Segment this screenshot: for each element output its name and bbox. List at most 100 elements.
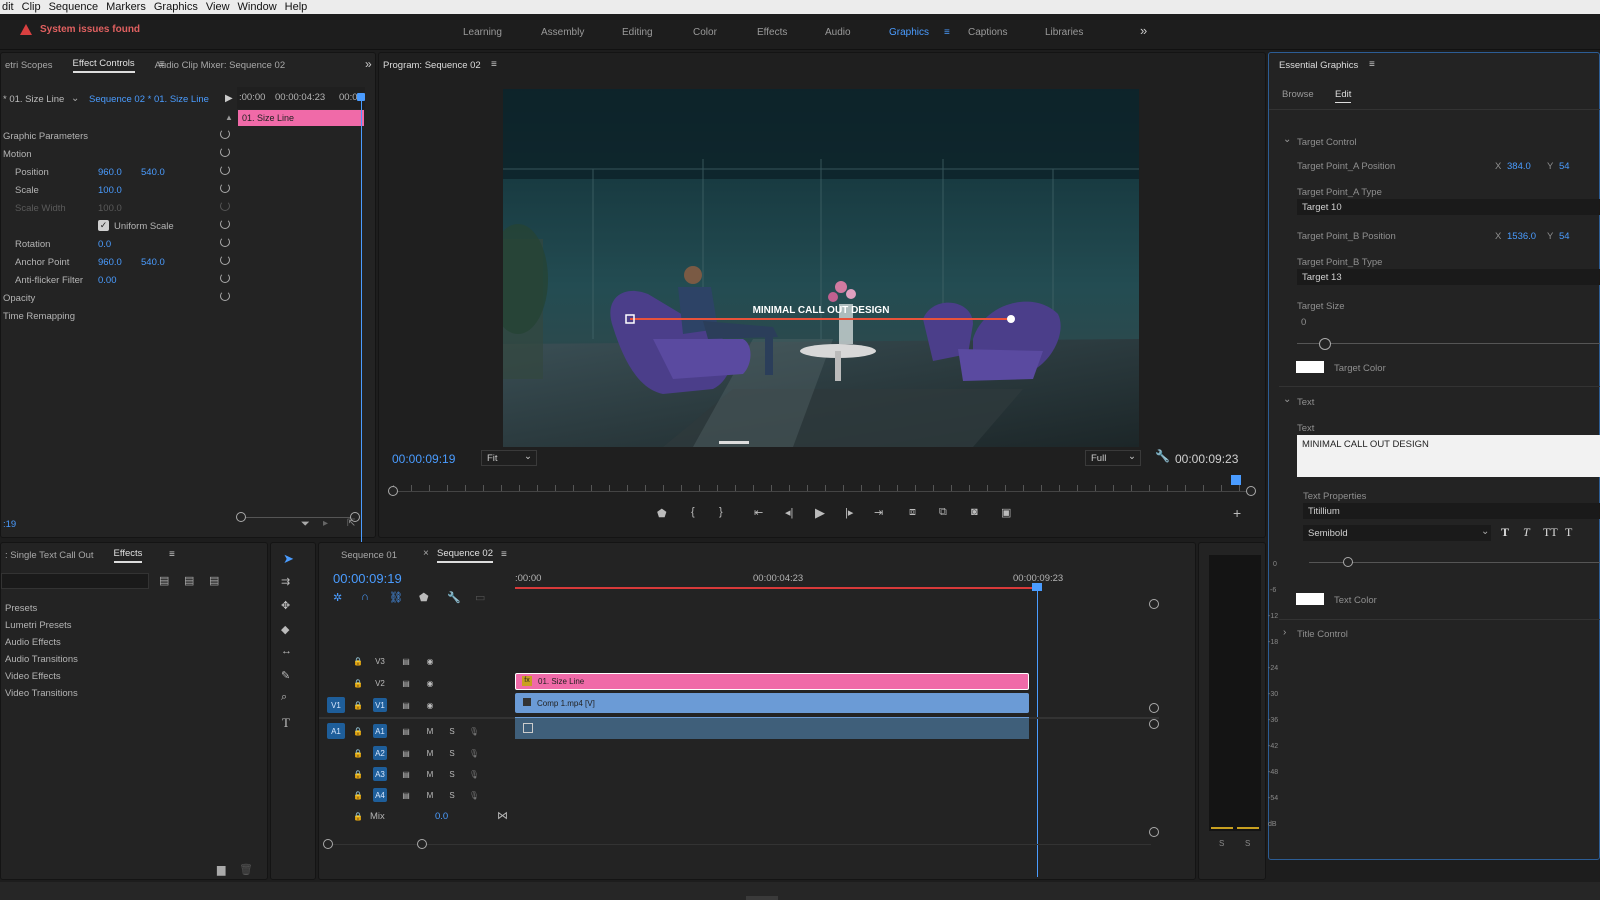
workspace-effects[interactable]: Effects: [757, 27, 787, 38]
microphone-icon[interactable]: 🎙: [467, 724, 481, 738]
button-editor-plus-icon[interactable]: +: [1233, 505, 1241, 521]
tab-audio-clip-mixer[interactable]: Audio Clip Mixer: Sequence 02: [155, 60, 285, 71]
sync-lock-icon[interactable]: ▤: [399, 767, 413, 781]
microphone-icon[interactable]: 🎙: [467, 767, 481, 781]
menu-clip[interactable]: Clip: [22, 1, 41, 13]
play-icon[interactable]: ▶: [815, 505, 825, 521]
all-caps-icon[interactable]: TT: [1543, 525, 1558, 540]
tab-edit[interactable]: Edit: [1335, 89, 1352, 103]
vertical-scroll-video-end[interactable]: [1149, 703, 1159, 713]
lock-icon[interactable]: 🔒: [351, 809, 365, 823]
sync-lock-icon[interactable]: ▤: [399, 746, 413, 760]
menu-help[interactable]: Help: [285, 1, 308, 13]
mini-clip-bar[interactable]: 01. Size Line: [238, 110, 364, 126]
lift-icon[interactable]: ⧈: [909, 506, 916, 519]
extract-icon[interactable]: ⧉: [939, 506, 947, 519]
program-timecode[interactable]: 00:00:09:19: [392, 452, 455, 466]
sync-lock-icon[interactable]: ▤: [399, 788, 413, 802]
sync-lock-icon[interactable]: ▤: [399, 676, 413, 690]
sequence-clip-label[interactable]: Sequence 02 * 01. Size Line: [89, 94, 209, 105]
graphic-parameters-label[interactable]: Graphic Parameters: [3, 131, 88, 142]
target-a-type-select[interactable]: Target 10: [1297, 199, 1600, 215]
lock-icon[interactable]: 🔒: [351, 698, 365, 712]
small-caps-icon[interactable]: T: [1565, 525, 1572, 540]
effect-controls-time[interactable]: :19: [3, 519, 16, 530]
tab-effect-controls[interactable]: Effect Controls: [72, 58, 135, 73]
sync-lock-icon[interactable]: ▤: [399, 698, 413, 712]
effects-item-audio-effects[interactable]: Audio Effects: [5, 637, 61, 648]
clip-comp-video[interactable]: Comp 1.mp4 [V]: [515, 693, 1029, 713]
target-a-y-value[interactable]: 54: [1559, 161, 1570, 172]
32bit-effects-icon[interactable]: ▤: [184, 574, 194, 587]
program-monitor-title[interactable]: Program: Sequence 02: [383, 60, 481, 71]
anchor-x-value[interactable]: 960.0: [98, 257, 122, 268]
mini-playhead-handle[interactable]: [357, 93, 365, 101]
target-size-slider[interactable]: [1319, 338, 1331, 350]
target-color-swatch[interactable]: [1296, 361, 1324, 373]
workspace-editing[interactable]: Editing: [622, 27, 653, 38]
system-warning[interactable]: System issues found: [20, 24, 140, 35]
opacity-label[interactable]: Opacity: [3, 293, 35, 304]
slip-tool-icon[interactable]: ↔: [281, 645, 292, 657]
reset-icon[interactable]: [220, 237, 230, 247]
hand-tool-icon[interactable]: ⌕: [281, 691, 287, 704]
yuv-effects-icon[interactable]: ▤: [209, 574, 219, 587]
timeline-zoom-end[interactable]: [417, 839, 427, 849]
effects-item-video-effects[interactable]: Video Effects: [5, 671, 61, 682]
mini-playhead[interactable]: [361, 93, 362, 553]
target-b-x-value[interactable]: 1536.0: [1507, 231, 1536, 242]
master-clip-label[interactable]: * 01. Size Line: [3, 94, 64, 105]
target-a-x-value[interactable]: 384.0: [1507, 161, 1531, 172]
faux-bold-icon[interactable]: T: [1501, 525, 1509, 540]
font-weight-select[interactable]: Semibold: [1303, 525, 1491, 541]
comparison-view-icon[interactable]: ▣: [1001, 506, 1011, 519]
track-select-tool-icon[interactable]: ⇉: [281, 575, 290, 588]
pen-tool-icon[interactable]: ✎: [281, 669, 290, 682]
effects-search-input[interactable]: [1, 573, 149, 589]
export-icon[interactable]: ⇱: [347, 518, 355, 529]
timeline-zoom-start[interactable]: [323, 839, 333, 849]
accelerated-effects-icon[interactable]: ▤: [159, 574, 169, 587]
close-icon[interactable]: ×: [423, 548, 429, 559]
tab-effects[interactable]: Effects: [113, 548, 143, 563]
reset-icon[interactable]: [220, 255, 230, 265]
menu-markers[interactable]: Markers: [106, 1, 146, 13]
panel-menu-icon[interactable]: ≡: [501, 549, 507, 560]
scroll-up-icon[interactable]: ▲: [225, 113, 233, 122]
eye-icon[interactable]: ◉: [423, 676, 437, 690]
text-color-swatch[interactable]: [1296, 593, 1324, 605]
vertical-scroll-audio-end[interactable]: [1149, 827, 1159, 837]
uniform-scale-checkbox[interactable]: ✓: [98, 220, 109, 231]
microphone-icon[interactable]: 🎙: [467, 788, 481, 802]
chevron-down-icon[interactable]: ⌄: [1283, 134, 1291, 145]
work-area-bar[interactable]: [515, 587, 1035, 589]
vertical-scroll-video[interactable]: [1149, 599, 1159, 609]
panel-menu-icon[interactable]: ≡: [1369, 59, 1375, 70]
reset-icon[interactable]: [220, 273, 230, 283]
anchor-y-value[interactable]: 540.0: [141, 257, 165, 268]
effects-item-audio-transitions[interactable]: Audio Transitions: [5, 654, 78, 665]
eye-icon[interactable]: ◉: [423, 698, 437, 712]
clip-audio-a1[interactable]: [515, 717, 1029, 739]
mix-value[interactable]: 0.0: [435, 811, 448, 822]
target-b-y-value[interactable]: 54: [1559, 231, 1570, 242]
selection-tool-icon[interactable]: ➤: [283, 551, 294, 567]
solo-right-button[interactable]: S: [1245, 839, 1250, 848]
workspace-menu-icon[interactable]: ≡: [944, 27, 950, 38]
mark-in-icon[interactable]: {: [691, 506, 695, 518]
program-playhead[interactable]: [1231, 475, 1241, 485]
zoom-fit-select[interactable]: Fit ⌄: [481, 450, 537, 466]
tab-project[interactable]: : Single Text Call Out: [5, 550, 94, 561]
reset-icon[interactable]: [220, 219, 230, 229]
solo-left-button[interactable]: S: [1219, 839, 1224, 848]
tab-lumetri-scopes[interactable]: etri Scopes: [5, 60, 53, 71]
target-b-type-select[interactable]: Target 13: [1297, 269, 1600, 285]
workspace-audio[interactable]: Audio: [825, 27, 851, 38]
snap-icon[interactable]: ∩: [361, 591, 369, 603]
font-select[interactable]: Titillium: [1303, 503, 1600, 519]
tab-sequence-01[interactable]: Sequence 01: [341, 550, 397, 561]
chevron-down-icon[interactable]: ⌄: [71, 93, 79, 104]
timeline-playhead-handle[interactable]: [1032, 583, 1042, 591]
sync-lock-icon[interactable]: ▤: [399, 654, 413, 668]
lock-icon[interactable]: 🔒: [351, 746, 365, 760]
